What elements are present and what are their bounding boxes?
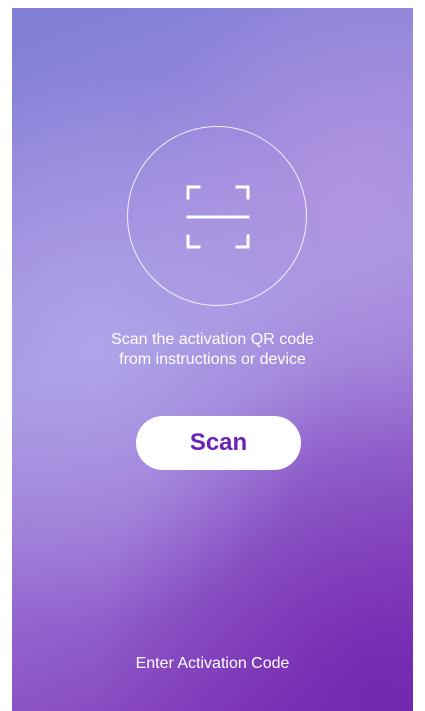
activation-screen: Scan the activation QR code from instruc… — [12, 8, 413, 711]
instructions-line-2: from instructions or device — [119, 351, 306, 368]
scan-circle — [127, 126, 307, 306]
enter-activation-code-link[interactable]: Enter Activation Code — [12, 655, 413, 673]
scan-instructions: Scan the activation QR code from instruc… — [12, 330, 413, 370]
qr-scan-icon — [186, 185, 250, 249]
scan-button[interactable]: Scan — [136, 416, 301, 470]
instructions-line-1: Scan the activation QR code — [111, 331, 314, 348]
